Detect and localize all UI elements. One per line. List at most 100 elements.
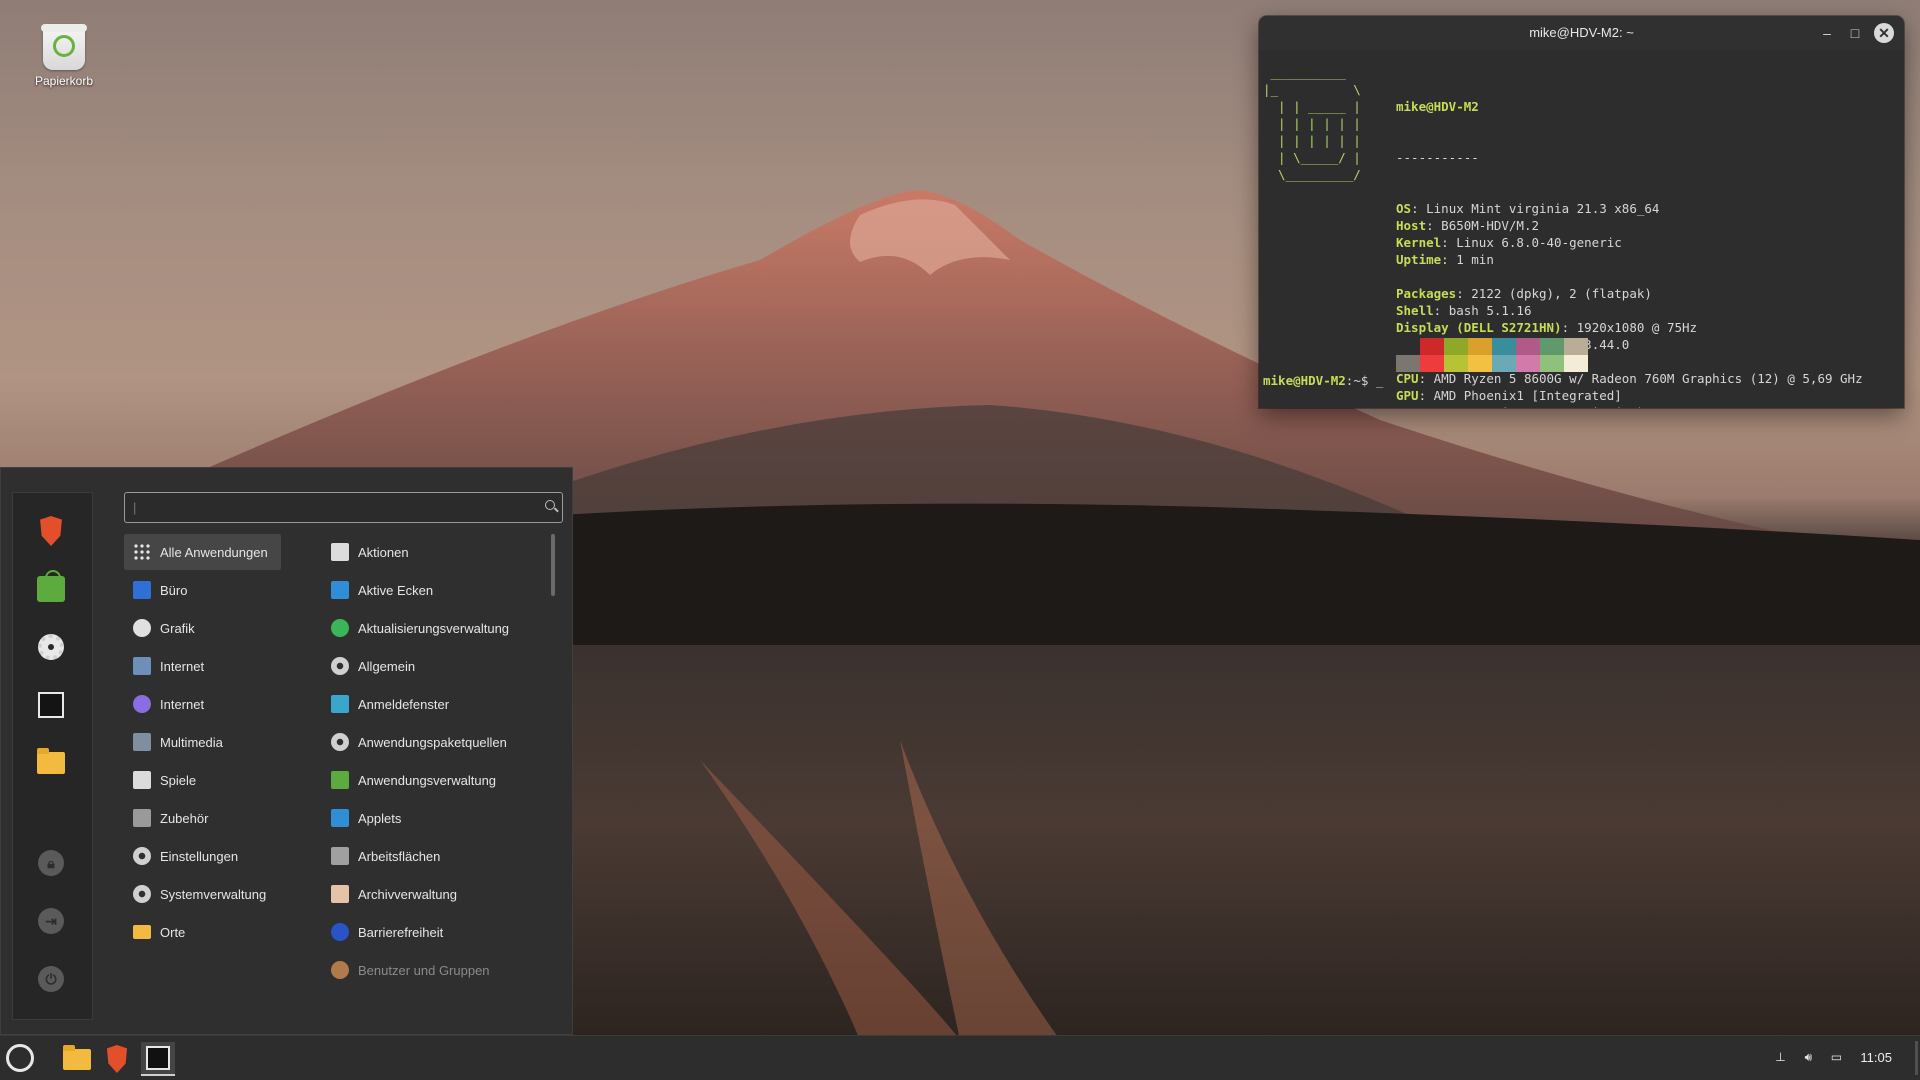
terminal-window[interactable]: mike@HDV-M2: ~ – □ ✕ __________ |_ \ | | … [1259,16,1904,408]
shell-prompt[interactable]: mike@HDV-M2:~$ _ [1263,372,1383,389]
category-label: Orte [160,924,186,940]
palette-swatch [1396,338,1420,355]
shutdown-button[interactable]: ⏻ [33,961,69,997]
office-icon [133,581,151,599]
palette-icon [133,619,151,637]
category-item[interactable]: Zubehör [124,800,284,836]
category-item[interactable]: Einstellungen [124,838,284,874]
app-item[interactable]: Archivverwaltung [321,876,551,912]
info-line: Uptime: 1 min [1396,252,1494,267]
maximize-button[interactable]: □ [1846,24,1864,42]
category-item[interactable]: Internet [124,648,284,684]
app-item[interactable]: Anwendungspaketquellen [321,724,551,760]
category-label: Internet [160,696,205,712]
category-item[interactable]: Spiele [124,762,284,798]
palette-swatch [1420,338,1444,355]
info-line: Packages: 2122 (dpkg), 2 (flatpak) [1396,286,1652,301]
category-item[interactable]: Systemverwaltung [124,876,284,912]
category-item[interactable]: Grafik [124,610,284,646]
logout-button[interactable]: ⇥ [33,903,69,939]
search-input[interactable] [125,493,523,521]
app-item[interactable]: Arbeitsflächen [321,838,551,874]
info-value: 2122 (dpkg), 2 (flatpak) [1471,286,1652,301]
category-item[interactable]: Alle Anwendungen [124,534,281,570]
app-item[interactable]: Anwendungsverwaltung [321,762,551,798]
fav-brave[interactable] [33,513,69,549]
fav-terminal[interactable] [33,687,69,723]
app-label: Benutzer und Gruppen [358,962,490,978]
category-label: Systemverwaltung [160,886,267,902]
close-button[interactable]: ✕ [1874,23,1894,43]
taskbar-terminal[interactable] [141,1042,175,1076]
clock[interactable]: 11:05 [1860,1050,1892,1065]
update-icon [331,619,349,637]
battery-icon[interactable]: ▭ [1828,1049,1844,1065]
app-item[interactable]: Anmeldefenster [321,686,551,722]
terminal-output[interactable]: __________ |_ \ | | _____ | | | | | | | |… [1259,50,1904,408]
app-item[interactable]: Barrierefreiheit [321,914,551,950]
terminal-titlebar[interactable]: mike@HDV-M2: ~ – □ ✕ [1259,16,1904,50]
volume-icon[interactable]: 🔊︎ [1800,1049,1816,1065]
app-list-scrollbar[interactable] [551,534,555,596]
app-item[interactable]: Allgemein [321,648,551,684]
info-key: GPU [1396,388,1419,403]
network-icon[interactable]: ⊥ [1772,1049,1788,1065]
login-window-icon [331,695,349,713]
palette-swatch [1492,355,1516,372]
app-item[interactable]: Aktive Ecken [321,572,551,608]
app-label: Allgemein [358,658,416,674]
prompt-user: mike@HDV-M2 [1263,373,1346,388]
info-line: Kernel: Linux 6.8.0-40-generic [1396,235,1622,250]
category-item[interactable]: Internet [124,686,284,722]
app-item[interactable]: Applets [321,800,551,836]
app-label: Anwendungsverwaltung [358,772,497,788]
power-icon: ⏻ [38,966,64,992]
desktop-icon-trash[interactable]: Papierkorb [24,24,104,88]
distro-logo: __________ |_ \ | | _____ | | | | | | | |… [1263,64,1361,183]
logout-icon: ⇥ [38,908,64,934]
info-line: Memory: 1,45 GiB / 23,09 GiB (6%) [1396,404,1863,408]
app-item[interactable]: Aktualisierungsverwaltung [321,610,551,646]
app-item[interactable]: Benutzer und Gruppen [321,952,551,988]
desktop-icon-label: Papierkorb [34,74,94,88]
category-item[interactable]: Multimedia [124,724,284,760]
palette-swatch [1540,338,1564,355]
fav-files[interactable] [33,745,69,781]
category-item[interactable]: Orte [124,914,284,950]
logo-line: \_________/ [1263,167,1361,182]
palette-swatch [1396,355,1420,372]
info-key: Display (DELL S2721HN) [1396,320,1562,335]
app-label: Archivverwaltung [358,886,457,902]
show-desktop-button[interactable] [1915,1041,1918,1075]
lock-button[interactable]: 🔒︎ [33,845,69,881]
category-list: Alle Anwendungen Büro Grafik Internet Intern… [124,534,284,952]
fav-software-manager[interactable] [33,570,69,607]
taskbar-files[interactable] [60,1042,94,1076]
category-label: Internet [160,658,205,674]
applets-icon [331,809,349,827]
minimize-button[interactable]: – [1818,24,1836,42]
accessibility-icon [331,923,349,941]
info-line: Host: B650M-HDV/M.2 [1396,218,1540,233]
app-label: Aktualisierungsverwaltung [358,620,510,636]
taskbar-brave[interactable] [100,1042,134,1076]
logo-line: |_ \ [1263,82,1361,97]
info-key: Host [1396,218,1427,233]
info-value: 1 min [1456,252,1494,267]
category-label: Zubehör [160,810,209,826]
gear-icon [38,634,64,660]
app-label: Aktive Ecken [358,582,434,598]
actions-icon [331,543,349,561]
palette-swatch [1540,355,1564,372]
app-item[interactable]: Aktionen [321,534,551,570]
application-list: Aktionen Aktive Ecken Aktualisierungsverwa… [321,534,551,990]
fav-settings[interactable] [33,629,69,665]
search-box[interactable] [124,492,563,523]
category-item[interactable]: Büro [124,572,284,608]
hot-corners-icon [331,581,349,599]
info-line: GPU: AMD Phoenix1 [Integrated] [1396,388,1622,403]
folder-icon [63,1044,91,1070]
menu-button[interactable] [6,1044,34,1072]
calculator-icon [133,809,151,827]
app-label: Barrierefreiheit [358,924,444,940]
